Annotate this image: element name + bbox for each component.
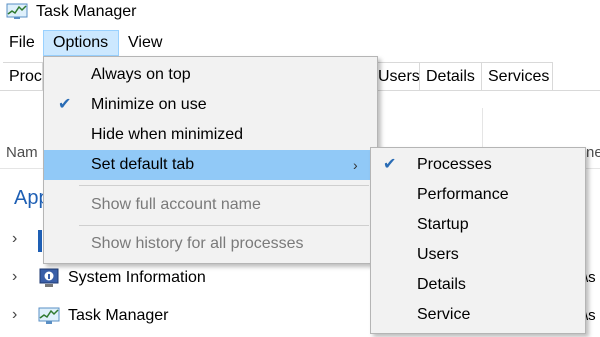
menu-item-hide-when-minimized[interactable]: Hide when minimized bbox=[44, 120, 377, 150]
submenu-item-label: Service bbox=[417, 306, 471, 323]
menu-bar: File Options View bbox=[0, 30, 600, 56]
menu-item-label: Set default tab bbox=[91, 156, 195, 173]
default-tab-submenu: ✔ Processes Performance Startup Users De… bbox=[370, 147, 586, 334]
column-header-name[interactable]: Nam bbox=[6, 144, 38, 161]
title-bar: Task Manager bbox=[0, 0, 600, 26]
tab-services[interactable]: Services bbox=[481, 62, 553, 90]
row-label: Task Manager bbox=[68, 307, 169, 324]
chevron-right-icon[interactable]: › bbox=[12, 306, 17, 324]
app-icon bbox=[38, 230, 42, 252]
menu-item-label: Show full account name bbox=[91, 196, 261, 213]
checkmark-icon: ✔ bbox=[58, 96, 72, 113]
submenu-item-label: Startup bbox=[417, 216, 469, 233]
submenu-item-label: Details bbox=[417, 276, 466, 293]
submenu-item-label: Processes bbox=[417, 156, 492, 173]
submenu-item-processes[interactable]: ✔ Processes bbox=[371, 150, 585, 180]
menu-item-label: Show history for all processes bbox=[91, 235, 304, 252]
menu-options[interactable]: Options bbox=[43, 30, 119, 56]
menu-separator bbox=[79, 185, 369, 186]
submenu-item-users[interactable]: Users bbox=[371, 240, 585, 270]
column-header-right[interactable]: ne bbox=[586, 144, 600, 161]
tab-details[interactable]: Details bbox=[419, 62, 482, 90]
row-label: System Information bbox=[68, 269, 206, 286]
submenu-item-label: Performance bbox=[417, 186, 509, 203]
chevron-right-icon[interactable]: › bbox=[12, 230, 17, 248]
menu-item-label: Always on top bbox=[91, 66, 191, 83]
checkmark-icon: ✔ bbox=[383, 156, 397, 173]
submenu-item-details[interactable]: Details bbox=[371, 270, 585, 300]
options-menu: Always on top ✔ Minimize on use Hide whe… bbox=[43, 56, 378, 264]
submenu-item-label: Users bbox=[417, 246, 459, 263]
menu-item-minimize-on-use[interactable]: ✔ Minimize on use bbox=[44, 90, 377, 120]
menu-separator bbox=[79, 225, 369, 226]
submenu-item-performance[interactable]: Performance bbox=[371, 180, 585, 210]
tab-users[interactable]: Users bbox=[371, 62, 420, 90]
system-information-icon bbox=[38, 268, 60, 288]
menu-file[interactable]: File bbox=[5, 30, 39, 56]
chevron-right-icon[interactable]: › bbox=[12, 268, 17, 286]
menu-item-label: Minimize on use bbox=[91, 96, 207, 113]
menu-view[interactable]: View bbox=[124, 30, 166, 56]
menu-item-show-full-account-name: Show full account name bbox=[44, 190, 377, 220]
task-manager-icon bbox=[38, 306, 60, 326]
menu-item-label: Hide when minimized bbox=[91, 126, 244, 143]
menu-item-always-on-top[interactable]: Always on top bbox=[44, 60, 377, 90]
submenu-item-service[interactable]: Service bbox=[371, 300, 585, 330]
chevron-right-icon: › bbox=[353, 157, 358, 173]
menu-item-set-default-tab[interactable]: Set default tab › bbox=[44, 150, 377, 180]
menu-item-show-history: Show history for all processes bbox=[44, 229, 377, 259]
submenu-item-startup[interactable]: Startup bbox=[371, 210, 585, 240]
tab-processes[interactable]: Proc bbox=[3, 62, 43, 90]
task-manager-icon bbox=[6, 2, 28, 20]
window-title: Task Manager bbox=[36, 3, 137, 20]
